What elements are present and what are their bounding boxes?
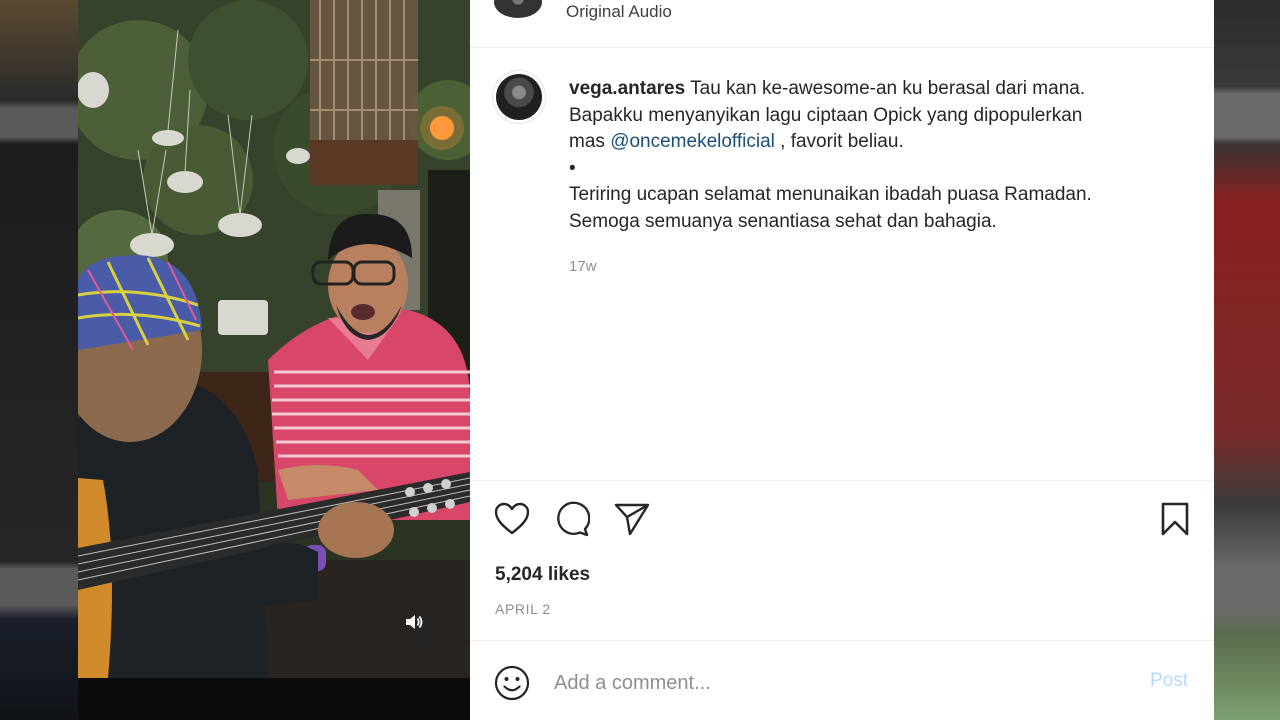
caption-timestamp[interactable]: 17w <box>569 258 597 275</box>
share-button[interactable] <box>612 499 652 539</box>
mention-link[interactable]: @oncemekelofficial <box>610 131 775 152</box>
bookmark-icon <box>1161 502 1189 536</box>
like-button[interactable] <box>492 499 532 539</box>
avatar-image <box>496 74 542 120</box>
caption-line-6: Semoga semuanya senantiasa sehat dan bah… <box>569 210 997 232</box>
mute-toggle-button[interactable] <box>405 614 443 652</box>
author-avatar[interactable] <box>494 0 542 18</box>
caption-text-1: Tau kan ke-awesome-an ku berasal dari ma… <box>685 78 1086 99</box>
video-frame <box>78 0 470 678</box>
post-details-panel: Original Audio vega.antares Tau kan ke-a… <box>470 0 1214 720</box>
post-date: APRIL 2 <box>495 601 551 617</box>
video-player[interactable] <box>78 0 470 678</box>
caption-username[interactable]: vega.antares <box>569 78 685 99</box>
caption-avatar[interactable] <box>492 70 546 124</box>
video-letterbox <box>78 678 470 720</box>
caption-line-2: Bapakku menyanyikan lagu ciptaan Opick y… <box>569 104 1083 126</box>
post-caption: vega.antares Tau kan ke-awesome-an ku be… <box>569 76 1169 235</box>
caption-text-3a: mas <box>569 131 611 152</box>
speaker-icon <box>406 615 423 629</box>
comment-bar: Post <box>470 640 1214 720</box>
post-actions: 5,204 likes APRIL 2 <box>470 480 1214 640</box>
caption-text-3b: , favorit beliau. <box>774 131 904 152</box>
comment-input[interactable] <box>554 665 1114 701</box>
paper-plane-icon <box>614 503 650 536</box>
caption-bullet: • <box>569 157 576 179</box>
caption-line-3: mas @oncemekelofficial , favorit beliau. <box>569 129 1169 156</box>
audio-link[interactable]: Original Audio <box>566 2 672 22</box>
post-comment-button[interactable]: Post <box>1150 670 1188 692</box>
like-count[interactable]: 5,204 likes <box>495 564 590 586</box>
save-button[interactable] <box>1155 499 1195 539</box>
comment-icon <box>557 501 590 537</box>
heart-icon <box>494 502 530 535</box>
caption-line-1: vega.antares Tau kan ke-awesome-an ku be… <box>569 76 1169 103</box>
caption-line-5: Teriring ucapan selamat menunaikan ibada… <box>569 184 1092 205</box>
backdrop-left <box>0 0 80 720</box>
comment-button[interactable] <box>552 499 592 539</box>
smiley-icon[interactable] <box>494 665 530 701</box>
post-header: Original Audio <box>470 0 1214 48</box>
backdrop-right <box>1214 0 1280 720</box>
